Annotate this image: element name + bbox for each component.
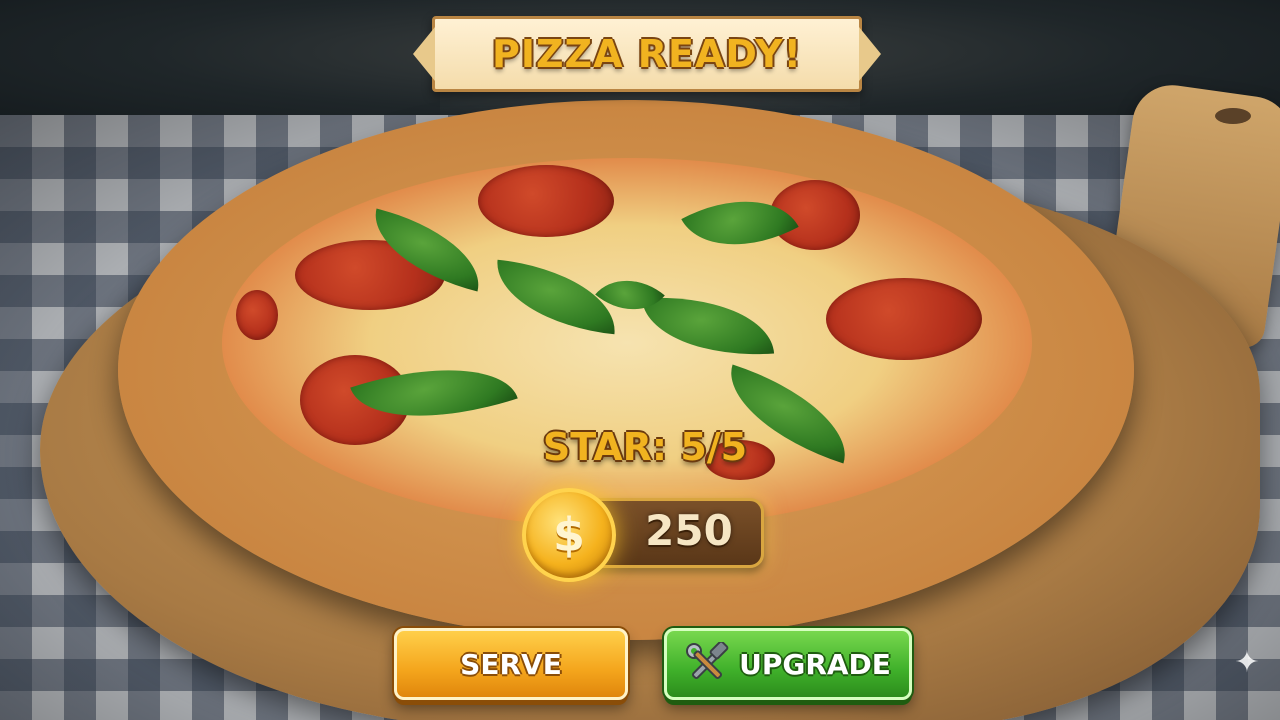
upgrade-button-label: UPGRADE <box>739 647 891 681</box>
pizza-ready-banner: PIZZA READY! <box>413 16 881 92</box>
coin-symbol: $ <box>552 508 585 562</box>
tools-icon <box>686 642 729 680</box>
board-hanging-hole <box>1215 108 1251 124</box>
coin-amount: 250 <box>645 505 733 555</box>
pepperoni-slice <box>236 290 278 340</box>
pepperoni-slice <box>826 278 982 360</box>
game-scene <box>0 0 1280 720</box>
serve-button-label: SERVE <box>460 647 562 681</box>
upgrade-button[interactable]: UPGRADE <box>664 628 912 700</box>
serve-button[interactable]: SERVE <box>394 628 628 700</box>
coin-icon: $ <box>522 488 616 582</box>
banner-title: PIZZA READY! <box>492 32 802 76</box>
sparkle-icon: ✦ <box>1234 645 1260 680</box>
pepperoni-slice <box>478 165 614 237</box>
star-rating: STAR: 5/5 <box>542 425 748 469</box>
